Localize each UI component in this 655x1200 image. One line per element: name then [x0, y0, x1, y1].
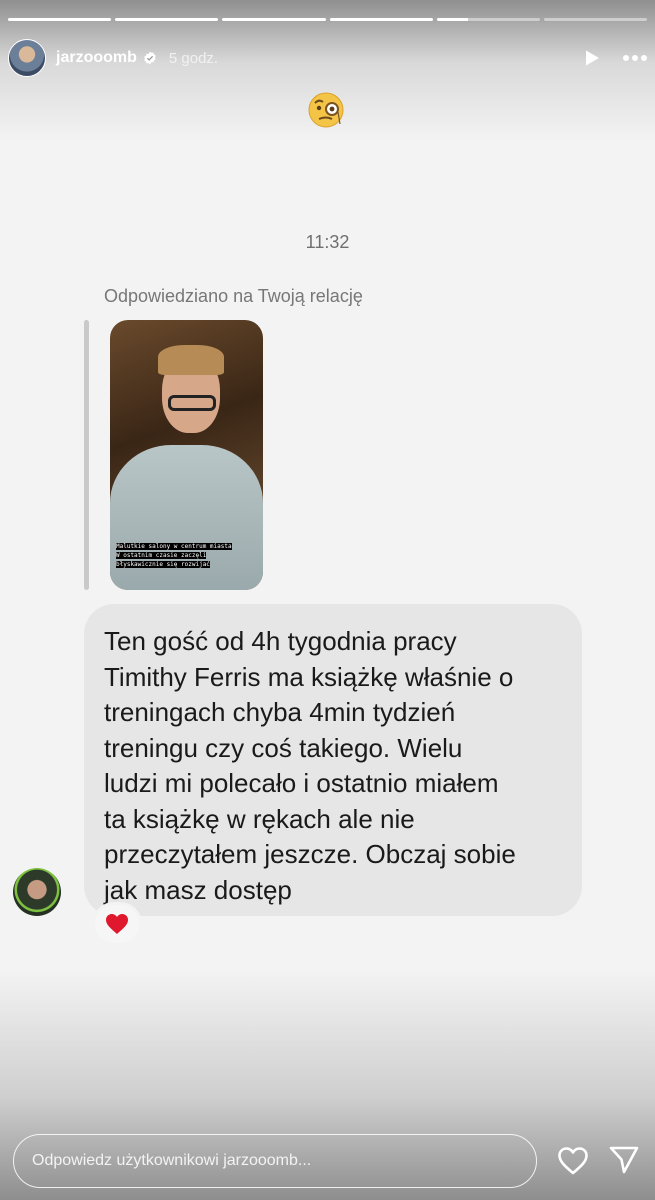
caption-line: W ostatnim czasie zaczęli	[116, 552, 207, 559]
caption-line: błyskawicznie się rozwijać	[116, 561, 210, 568]
heart-icon[interactable]	[557, 1146, 589, 1176]
message-line: jak masz dostęp	[104, 874, 292, 905]
message-line: treningu czy coś takiego. Wielu	[104, 732, 463, 763]
thumbnail-person-hair	[158, 345, 224, 375]
message-line: ludzi mi polecało i ostatnio miałem	[104, 768, 499, 798]
post-time: 5 godz.	[168, 49, 219, 67]
replied-to-story-label: Odpowiedziano na Twoją relację	[104, 286, 363, 306]
story-progress-bar	[8, 18, 648, 21]
thumbnail-glasses	[168, 395, 216, 411]
message-text: Ten gość od 4h tygodnia pracy Timithy Fe…	[104, 624, 564, 908]
message-line: treningach chyba 4min tydzień	[104, 697, 456, 727]
verified-icon	[144, 51, 156, 65]
story-thumbnail[interactable]: Malutkie salony w centrum miasta W ostat…	[110, 320, 263, 590]
message-bubble[interactable]: Ten gość od 4h tygodnia pracy Timithy Fe…	[84, 604, 582, 916]
heart-icon	[106, 914, 128, 934]
message-line: ta książkę w rękach ale nie	[104, 803, 415, 834]
progress-segment	[115, 18, 219, 21]
heart-reaction[interactable]	[92, 902, 142, 946]
progress-segment	[543, 18, 648, 21]
more-icon[interactable]	[623, 54, 647, 62]
monocle-emoji-icon	[308, 92, 344, 128]
avatar[interactable]	[8, 39, 46, 77]
message-line: Timithy Ferris ma książkę właśnie o	[104, 661, 514, 692]
progress-segment	[329, 18, 433, 21]
reply-input[interactable]: Odpowiedz użytkownikowi jarzooomb...	[13, 1134, 537, 1188]
message-line: przeczytałem jeszcze. Obczaj sobie	[104, 839, 516, 869]
message-line: Ten gość od 4h tygodnia pracy	[104, 626, 457, 656]
progress-segment	[436, 18, 540, 21]
caption-line: Malutkie salony w centrum miasta	[116, 543, 232, 550]
thumbnail-caption: Malutkie salony w centrum miasta W ostat…	[116, 542, 258, 569]
progress-segment	[8, 18, 112, 21]
reply-indicator-bar	[84, 320, 89, 590]
sender-avatar[interactable]	[13, 868, 61, 916]
username[interactable]: jarzooomb	[56, 49, 137, 67]
message-timestamp: 11:32	[305, 232, 350, 252]
story-header: jarzooomb 5 godz.	[8, 38, 647, 78]
reply-placeholder: Odpowiedz użytkownikowi jarzooomb...	[32, 1152, 312, 1169]
story-viewer: jarzooomb 5 godz. 11:32 Odpowiedziano na…	[0, 0, 655, 1200]
play-icon[interactable]	[583, 49, 601, 67]
send-icon[interactable]	[608, 1144, 640, 1176]
progress-segment	[222, 18, 326, 21]
